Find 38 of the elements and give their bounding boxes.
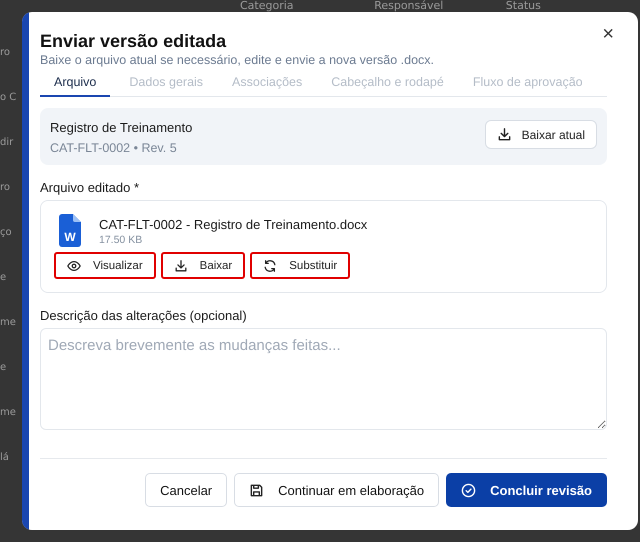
download-icon bbox=[496, 127, 512, 142]
save-icon bbox=[249, 482, 264, 498]
table-cell-text: me bbox=[0, 406, 16, 420]
description-field[interactable]: Descreva brevemente as mudanças feitas... bbox=[40, 328, 607, 430]
field-label: Arquivo editado * bbox=[40, 180, 140, 195]
table-cell-text: ço bbox=[0, 226, 12, 240]
table-cell-text: dir bbox=[0, 136, 14, 150]
table-cell-text: o C bbox=[0, 91, 16, 105]
check-circle-icon bbox=[461, 482, 476, 498]
table-cell-text: me bbox=[0, 316, 16, 330]
eye-icon bbox=[67, 258, 81, 272]
download-icon bbox=[174, 258, 188, 272]
complete-button[interactable]: Concluir revisão bbox=[446, 473, 607, 507]
table-header: Categoria bbox=[240, 0, 295, 12]
word-document-icon: W bbox=[59, 214, 81, 247]
table-header: Status bbox=[506, 0, 542, 12]
close-button[interactable]: × bbox=[602, 24, 614, 44]
replace-button[interactable]: Substituir bbox=[250, 252, 350, 279]
file-name: CAT-FLT-0002 - Registro de Treinamento.docx bbox=[99, 217, 368, 232]
dialog-title: Enviar versão editada bbox=[40, 30, 228, 52]
refresh-icon bbox=[263, 258, 278, 272]
dialog-subtitle: Baixe o arquivo atual se necessário, edite e envie a nova versão .docx. bbox=[40, 52, 435, 68]
table-cell-text: ro bbox=[0, 46, 10, 60]
table-cell-text: ro bbox=[0, 181, 10, 195]
table-header: Responsável bbox=[374, 0, 444, 12]
save-draft-button[interactable]: Continuar em elaboração bbox=[234, 473, 440, 507]
file-size: 17.50 KB bbox=[99, 234, 144, 246]
document-title: Registro de Treinamento bbox=[50, 120, 192, 135]
field-label: Descrição das alterações (opcional) bbox=[40, 308, 248, 323]
document-meta: CAT-FLT-0002 • Rev. 5 bbox=[50, 141, 178, 155]
cancel-button[interactable]: Cancelar bbox=[145, 473, 228, 507]
preview-button[interactable]: Visualizar bbox=[54, 252, 156, 279]
table-cell-text: e bbox=[0, 271, 6, 285]
table-cell-text: e bbox=[0, 361, 6, 375]
download-button[interactable]: Baixar bbox=[160, 252, 246, 279]
tab[interactable]: Arquivo bbox=[40, 72, 110, 97]
download-current-button[interactable]: Baixar atual bbox=[484, 120, 597, 149]
table-cell-text: lá bbox=[0, 451, 9, 465]
